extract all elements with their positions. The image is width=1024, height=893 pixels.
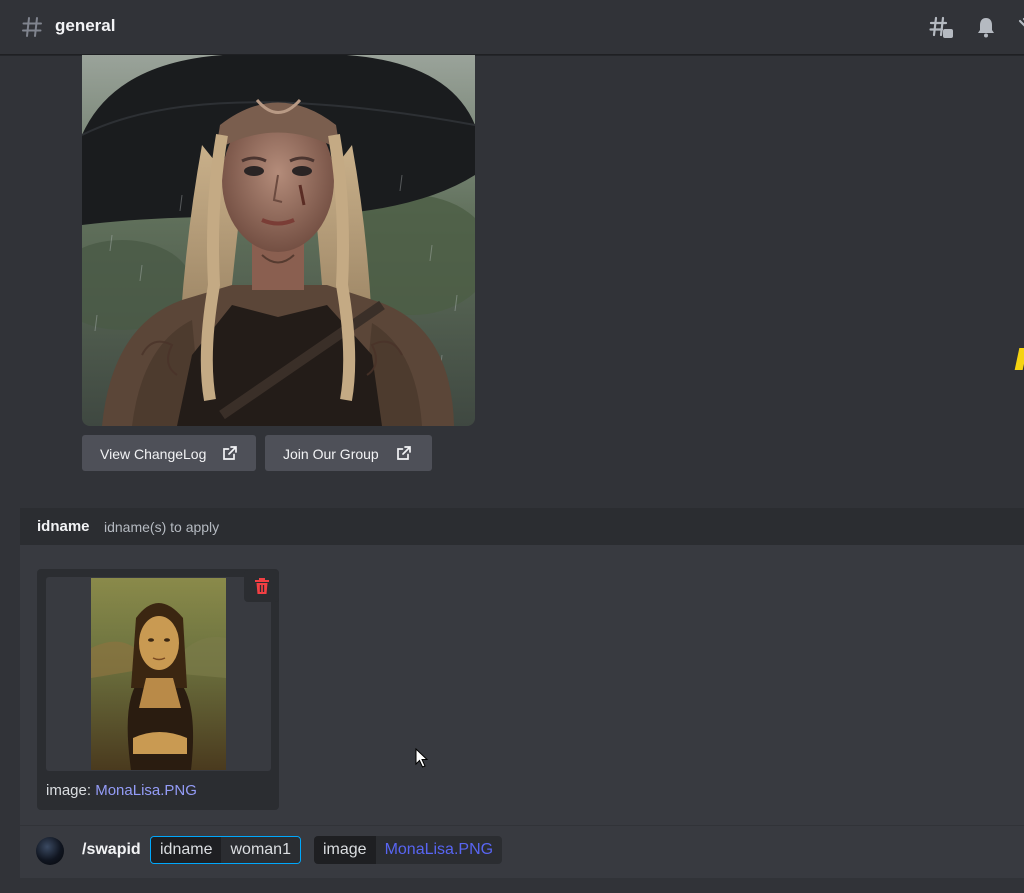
channel-name: general (55, 16, 116, 35)
option-description: idname(s) to apply (104, 519, 220, 535)
command-name: /swapid (82, 841, 141, 858)
option-name: idname (37, 518, 90, 535)
option-pill-idname[interactable]: idname woman1 (150, 836, 301, 864)
yellow-accent-shape (1014, 348, 1024, 370)
option-key: idname (151, 837, 222, 863)
attachment-filename[interactable]: MonaLisa.PNG (95, 782, 197, 799)
bell-icon[interactable] (974, 15, 998, 39)
join-group-button[interactable]: Join Our Group (265, 435, 432, 471)
join-group-label: Join Our Group (283, 446, 379, 463)
pin-icon[interactable] (1016, 15, 1024, 39)
attachment-caption: image: MonaLisa.PNG (46, 782, 197, 799)
view-changelog-button[interactable]: View ChangeLog (82, 435, 256, 471)
channel-header: general (0, 0, 1024, 55)
attachment-image[interactable] (91, 578, 226, 770)
mouse-cursor-icon (415, 748, 429, 768)
option-key: image (314, 836, 376, 864)
option-value-input[interactable]: woman1 (221, 837, 300, 863)
bot-avatar (36, 837, 64, 865)
attachment-caption-label: image: (46, 782, 92, 799)
external-link-icon (223, 446, 237, 460)
embed-image[interactable] (82, 55, 475, 426)
command-option-hint[interactable]: idname idname(s) to apply (20, 508, 1024, 545)
external-link-icon (397, 446, 411, 460)
option-pill-image[interactable]: image MonaLisa.PNG (314, 836, 503, 864)
delete-attachment-button[interactable] (244, 570, 279, 602)
hashtag-icon (22, 17, 42, 37)
threads-icon[interactable] (928, 15, 954, 41)
trash-icon (255, 578, 269, 594)
view-changelog-label: View ChangeLog (100, 446, 207, 463)
option-value-file[interactable]: MonaLisa.PNG (375, 836, 503, 864)
